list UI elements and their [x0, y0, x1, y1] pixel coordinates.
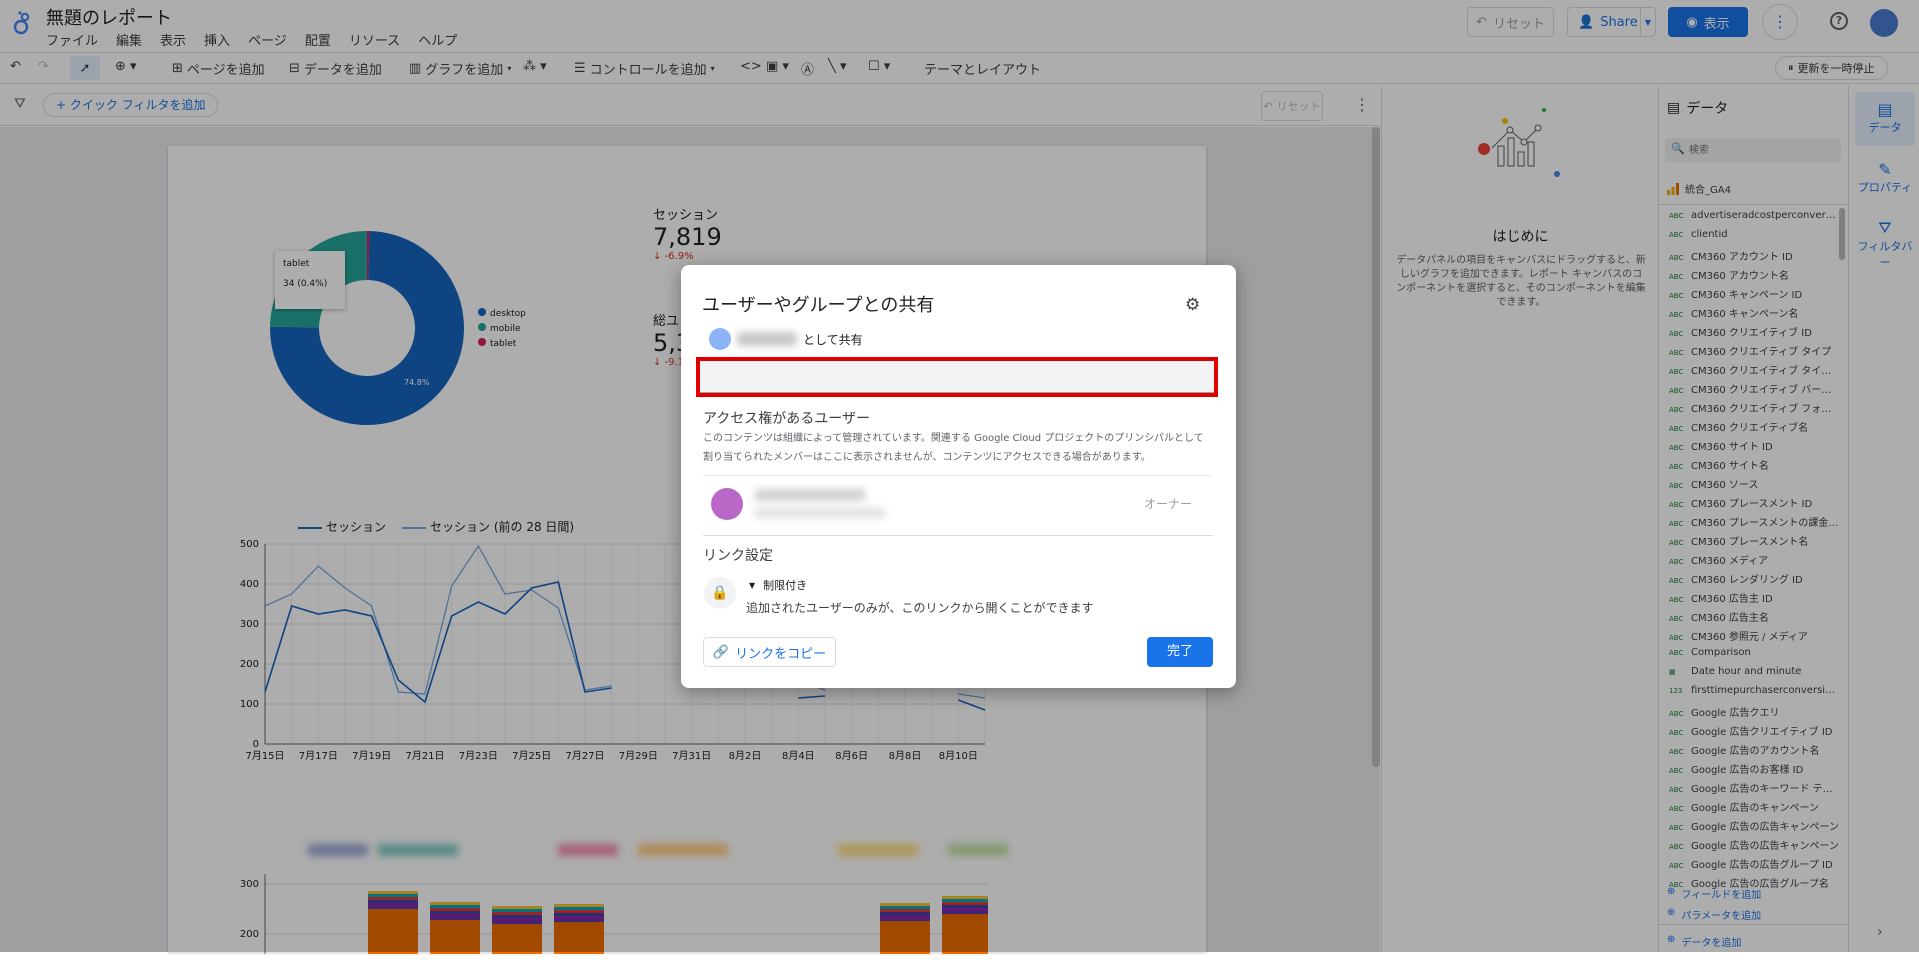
- link-icon: 🔗: [712, 644, 730, 660]
- share-dialog: ユーザーやグループとの共有 ⚙ として共有 アクセス権があるユーザー このコンテ…: [681, 265, 1236, 688]
- blurred-owner-name: [755, 489, 865, 501]
- share-as-label: として共有: [803, 333, 863, 347]
- add-people-input-highlight: [696, 357, 1218, 397]
- blurred-owner-email: [755, 508, 885, 518]
- link-settings-heading: リンク設定: [703, 548, 773, 564]
- restriction-dropdown[interactable]: ▼ 制限付き: [749, 577, 807, 593]
- copy-link-button[interactable]: 🔗 リンクをコピー: [703, 637, 836, 667]
- owner-avatar: [711, 488, 743, 520]
- blurred-account-name: [737, 332, 797, 346]
- lock-icon: 🔒: [704, 577, 736, 609]
- done-button[interactable]: 完了: [1147, 637, 1213, 667]
- access-heading: アクセス権があるユーザー: [703, 411, 871, 427]
- dialog-title: ユーザーやグループとの共有: [702, 295, 935, 316]
- caret-down-icon: ▼: [749, 580, 756, 590]
- owner-role-label: オーナー: [1144, 497, 1193, 511]
- avatar: [709, 328, 731, 350]
- add-people-input[interactable]: [700, 361, 1214, 393]
- share-as-account[interactable]: [709, 327, 805, 351]
- restriction-description: 追加されたユーザーのみが、このリンクから開くことができます: [746, 601, 1094, 615]
- settings-gear-icon[interactable]: ⚙: [1185, 295, 1200, 315]
- access-note: このコンテンツは組織によって管理されています。関連する Google Cloud…: [703, 433, 1204, 463]
